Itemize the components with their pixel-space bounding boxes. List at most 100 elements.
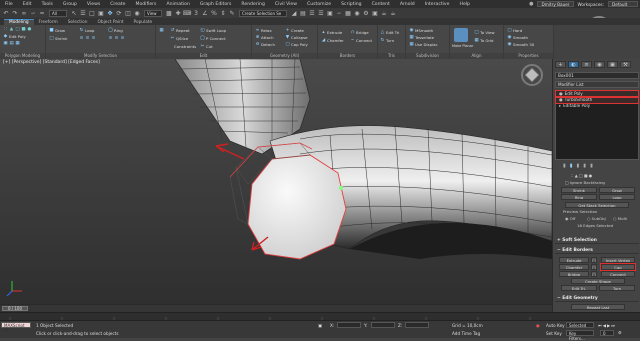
preview-off-radio[interactable]: ◉ Off (565, 216, 575, 221)
select-manipulate-icon[interactable]: ✚ (174, 9, 182, 17)
loop-selection-button[interactable]: Loop (599, 194, 635, 200)
to-grid-button[interactable]: ▦ To Grid (474, 38, 493, 43)
stack-item-editable-poly[interactable]: ▸ Editable Poly (556, 103, 638, 109)
relax-button[interactable]: ≈ Relax (255, 28, 272, 33)
extrude-border-button[interactable]: Extrude (559, 257, 589, 263)
auto-key-label[interactable]: Auto Key (546, 323, 565, 328)
mirror-icon[interactable]: ◢ (290, 9, 298, 17)
curve-editor-icon[interactable]: ∽ (335, 9, 343, 17)
loop-button[interactable]: ↻ Loop (79, 28, 95, 33)
motion-tab-icon[interactable]: ◉ (594, 61, 605, 68)
named-selection-set-dropdown[interactable]: Create Selection Se (239, 9, 287, 17)
reference-coordinate-dropdown[interactable]: View (144, 9, 162, 17)
percent-snap-icon[interactable]: % (210, 9, 218, 17)
swift-loop-button[interactable]: ◱ Swift Loop (200, 28, 226, 33)
get-stack-selection-button[interactable]: Get Stack Selection (565, 202, 629, 208)
create-button[interactable]: + Create (285, 28, 304, 33)
pivot-icon[interactable]: ▩ (165, 9, 173, 17)
redo-icon[interactable]: ↷ (11, 9, 19, 17)
menu-edit[interactable]: Edit (18, 2, 37, 7)
viewport-scene[interactable] (0, 59, 552, 304)
modifier-list-dropdown[interactable]: Modifier List (555, 81, 639, 88)
edit-tri-border-button[interactable]: Edit Tri. (561, 285, 597, 291)
rotate-icon[interactable]: ⟳ (115, 9, 123, 17)
bridge-button[interactable]: ∩ Bridge (350, 30, 369, 35)
modify-tab-icon[interactable]: ◐ (568, 61, 579, 68)
make-planar-button[interactable]: Make Planar (452, 44, 473, 48)
object-name-field[interactable]: Box001 (555, 72, 639, 79)
add-time-tag-button[interactable]: Add Time Tag (452, 331, 480, 336)
edit-poly-item[interactable]: ◆ Edit Poly (3, 34, 26, 39)
insert-vertex-button[interactable]: Insert Vertex (601, 257, 635, 263)
ring-selection-button[interactable]: Ring (561, 194, 597, 200)
schematic-view-icon[interactable]: ▦ (344, 9, 352, 17)
show-end-result-icon[interactable]: ▮ (570, 163, 573, 169)
create-tab-icon[interactable]: + (555, 61, 566, 68)
material-editor-icon[interactable]: ◉ (353, 9, 361, 17)
make-unique-icon[interactable]: ▮ (577, 163, 580, 169)
perspective-viewport[interactable]: [+] [Perspective] [Standard] [Edged Face… (0, 59, 552, 304)
chamfer-button[interactable]: ◢ Chamfer (321, 38, 344, 43)
p-connect-button[interactable]: ◯ P Connect (200, 36, 226, 41)
undo-icon[interactable]: ↶ (2, 9, 10, 17)
bridge-settings-button[interactable]: □ (591, 271, 597, 277)
scene-explorer-icon[interactable]: ☰ (308, 9, 316, 17)
subobject-icons[interactable]: ∷ ▲ □ ■ ● (3, 27, 32, 32)
menu-file[interactable]: File (0, 2, 18, 7)
menu-scripting[interactable]: Scripting (336, 2, 366, 7)
menu-group[interactable]: Group (58, 2, 82, 7)
z-coordinate-field[interactable] (405, 322, 429, 328)
edit-tri-button[interactable]: △ Edit Tri (380, 30, 400, 35)
connect-border-button[interactable]: Connect (601, 271, 635, 277)
shrink-selection-button[interactable]: Shrink (561, 187, 597, 193)
preserve-uvs-icon[interactable]: ▦ (159, 28, 164, 33)
attach-button[interactable]: ⊕ Attach (255, 35, 274, 40)
snap-3d-icon[interactable]: 3 (192, 9, 200, 17)
playback-controls-icons[interactable]: ⏮◀▶⏭ (598, 323, 616, 328)
connect-button[interactable]: ⎯ Connect (350, 38, 372, 43)
current-frame-field[interactable]: 0 (600, 330, 614, 336)
keyboard-shortcut-icon[interactable]: ⌨ (183, 9, 192, 17)
y-coordinate-field[interactable] (371, 322, 395, 328)
x-coordinate-field[interactable] (337, 322, 361, 328)
time-config-icon[interactable]: ⚙ (618, 330, 622, 335)
ring-button[interactable]: ◯ Ring (108, 28, 123, 33)
utilities-tab-icon[interactable]: ⚒ (620, 61, 631, 68)
vertex-highlight[interactable] (339, 186, 343, 190)
menu-customize[interactable]: Customize (302, 2, 336, 7)
to-view-button[interactable]: □ To View (474, 30, 494, 35)
bridge-border-button[interactable]: Bridge (559, 271, 589, 277)
time-slider[interactable]: 0 / 100 (0, 304, 552, 312)
menu-views[interactable]: Views (82, 2, 105, 7)
select-by-name-icon[interactable]: ☰ (79, 9, 87, 17)
menu-tools[interactable]: Tools (37, 2, 58, 7)
configure-sets-icon[interactable]: ▮ (590, 163, 593, 169)
hierarchy-tab-icon[interactable]: ≡ (581, 61, 592, 68)
rendered-frame-window-icon[interactable]: ▣ (371, 9, 379, 17)
repeat-last-button[interactable]: Repeat Last (571, 304, 625, 310)
menu-help[interactable]: Help (454, 2, 474, 7)
create-shape-button[interactable]: Create Shape (571, 278, 625, 284)
unlink-icon[interactable]: ∽ (29, 9, 37, 17)
menu-content[interactable]: Content (367, 2, 395, 7)
layer-explorer-icon[interactable]: ☰ (317, 9, 325, 17)
ring-options-icons[interactable]: ≡ ≡ ≡ (108, 36, 125, 41)
smooth-button[interactable]: ◉ Smooth (507, 35, 528, 40)
extrude-settings-button[interactable]: □ (591, 257, 597, 263)
remove-modifier-icon[interactable]: ▮ (583, 163, 586, 169)
pin-stack-icon[interactable]: ▮ (563, 163, 566, 169)
key-filters-button[interactable]: Key Filters... (566, 330, 594, 341)
maxscript-listener[interactable]: MAXScript Mi (1, 322, 31, 333)
hard-button[interactable]: ▢ Hard (507, 28, 522, 33)
turn-border-button[interactable]: Turn (599, 285, 635, 291)
selection-filter-dropdown[interactable]: All (49, 9, 67, 17)
display-tab-icon[interactable]: ▣ (607, 61, 618, 68)
subobject-mode-icons[interactable]: ∷ ▲ □ ■ ● (571, 173, 592, 178)
collapse-button[interactable]: ▼ Collapse (285, 35, 308, 40)
menu-arnold[interactable]: Arnold (395, 2, 420, 7)
menu-modifiers[interactable]: Modifiers (130, 2, 161, 7)
turn-button[interactable]: ↻ Turn (380, 38, 395, 43)
cut-button[interactable]: ✂ Cut (200, 44, 213, 49)
soft-selection-rollout[interactable]: + Soft Selection (555, 237, 639, 244)
cap-border-button[interactable]: Cap (600, 263, 636, 271)
